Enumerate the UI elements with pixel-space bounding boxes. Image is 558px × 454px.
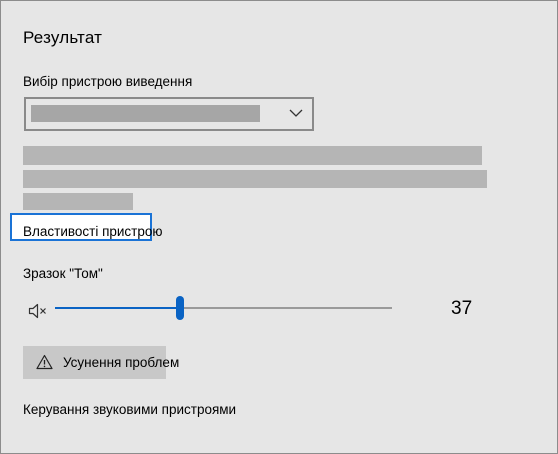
volume-label: Зразок "Том" bbox=[23, 266, 103, 281]
warning-icon bbox=[36, 354, 53, 370]
troubleshoot-label: Усунення проблем bbox=[63, 355, 180, 370]
troubleshoot-button[interactable]: Усунення проблем bbox=[23, 346, 179, 379]
redacted-info-line-1 bbox=[23, 146, 482, 165]
device-properties-link[interactable]: Властивості пристрою bbox=[10, 213, 163, 241]
volume-slider-fill bbox=[55, 307, 180, 309]
output-device-dropdown[interactable] bbox=[24, 97, 314, 131]
redacted-info-line-2 bbox=[23, 170, 487, 188]
volume-value: 37 bbox=[451, 298, 473, 319]
speaker-muted-icon[interactable] bbox=[28, 302, 48, 320]
section-title: Результат bbox=[23, 28, 103, 47]
volume-slider-thumb[interactable] bbox=[175, 296, 184, 320]
output-settings-panel: Результат Вибір пристрою виведення Власт… bbox=[0, 0, 558, 454]
manage-sound-devices-link[interactable]: Керування звуковими пристроями bbox=[23, 402, 236, 417]
volume-slider[interactable] bbox=[55, 296, 392, 322]
chevron-down-icon bbox=[289, 109, 303, 117]
output-device-selected-value bbox=[31, 105, 260, 122]
output-device-label: Вибір пристрою виведення bbox=[23, 74, 193, 89]
device-properties-label: Властивості пристрою bbox=[23, 224, 163, 239]
redacted-info-line-3 bbox=[23, 193, 133, 210]
